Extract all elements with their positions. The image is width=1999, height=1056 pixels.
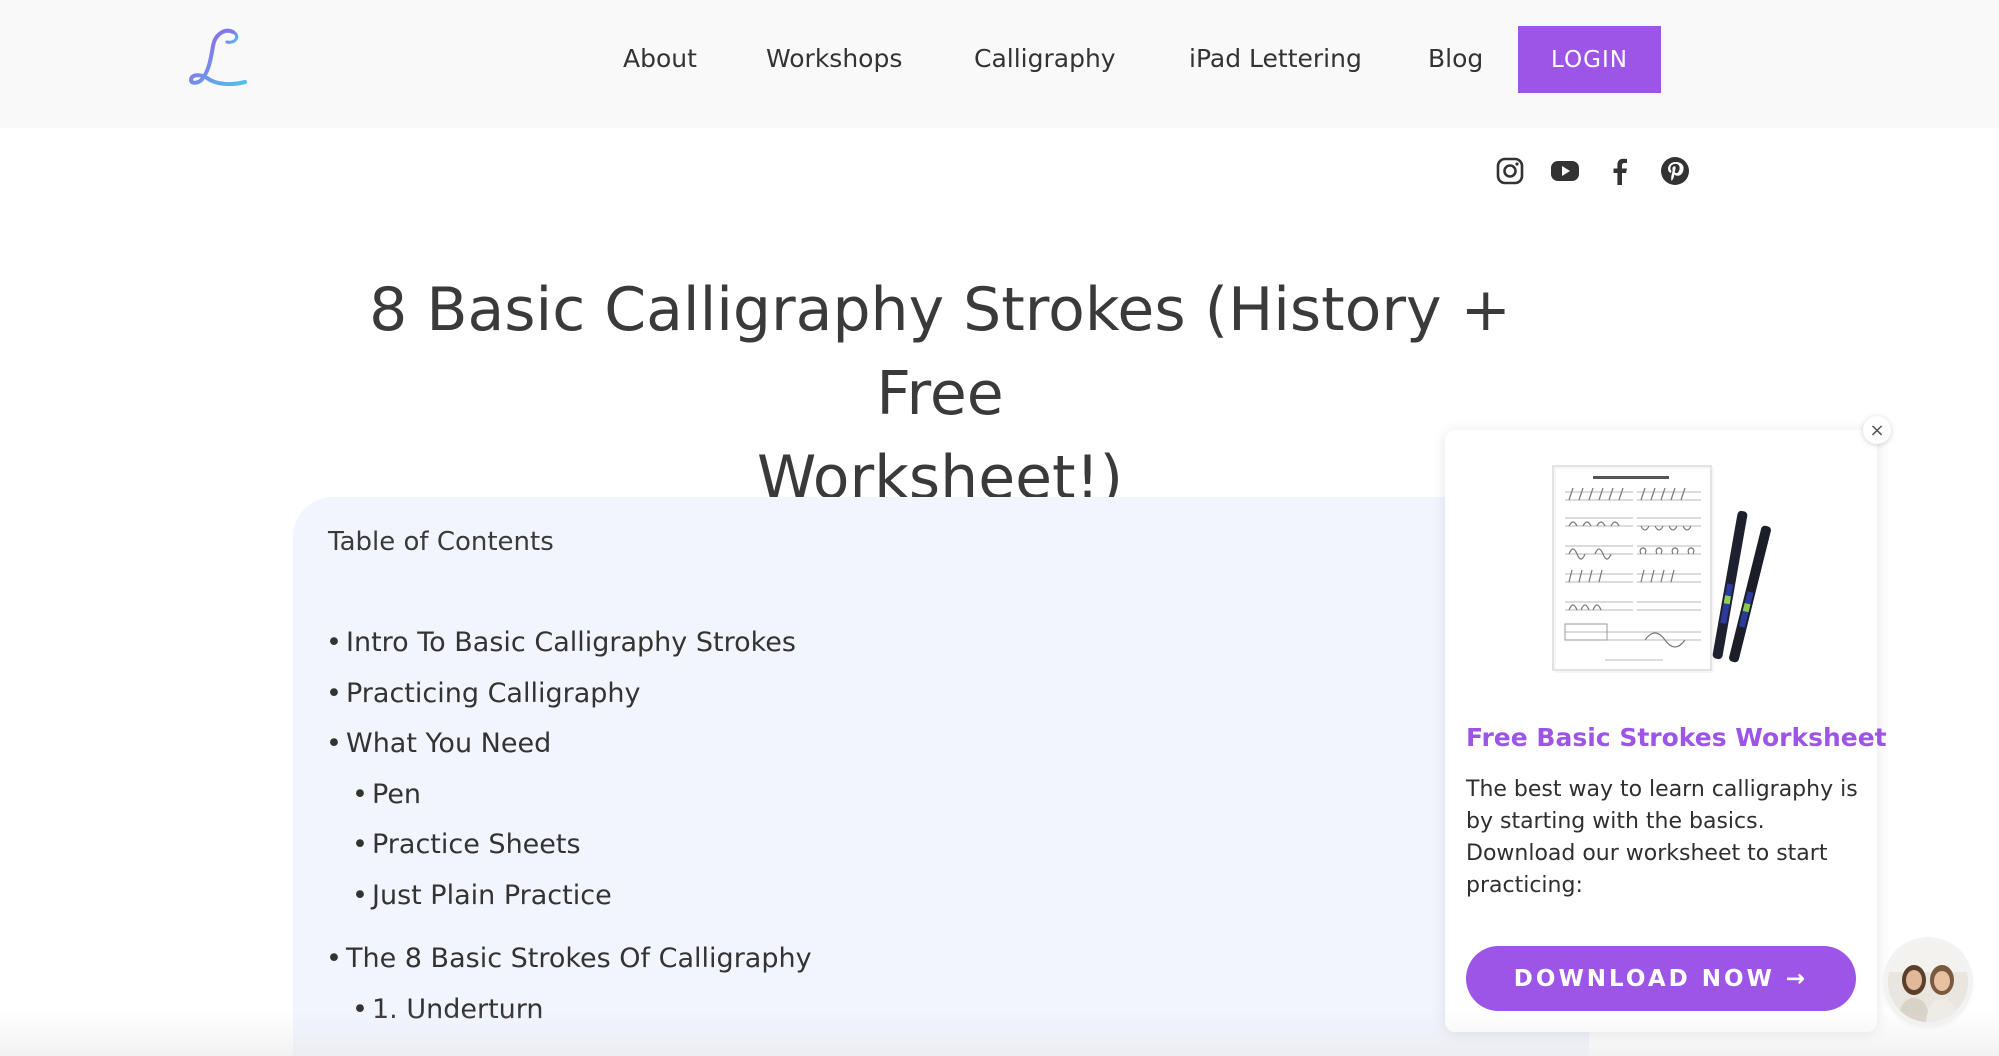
pinterest-icon[interactable]	[1660, 156, 1690, 186]
facebook-icon[interactable]	[1605, 156, 1635, 186]
table-of-contents: Table of Contents • Intro To Basic Callig…	[293, 497, 1589, 1056]
popup-heading: Free Basic Strokes Worksheet	[1466, 723, 1887, 752]
toc-item[interactable]: • Intro To Basic Calligraphy Strokes	[326, 627, 796, 658]
page-title-line-1: 8 Basic Calligraphy Strokes (History + F…	[369, 275, 1511, 429]
youtube-icon[interactable]	[1550, 156, 1580, 186]
download-now-button[interactable]: DOWNLOAD NOW →	[1466, 946, 1856, 1011]
toc-item[interactable]: • The 8 Basic Strokes Of Calligraphy	[326, 943, 812, 974]
worksheet-popup: Free Basic Strokes Worksheet The best wa…	[1445, 430, 1887, 1032]
main-nav: About Workshops Calligraphy iPad Letteri…	[0, 0, 1999, 120]
page-title: 8 Basic Calligraphy Strokes (History + F…	[300, 268, 1580, 520]
close-icon: ×	[1869, 419, 1885, 441]
nav-item-ipad-lettering[interactable]: iPad Lettering	[1189, 44, 1362, 73]
toc-item[interactable]: • Just Plain Practice	[352, 880, 612, 911]
toc-title: Table of Contents	[328, 527, 554, 557]
worksheet-preview-image	[1552, 465, 1771, 673]
toc-item[interactable]: • What You Need	[326, 728, 551, 759]
popup-text: The best way to learn calligraphy is by …	[1466, 777, 1858, 898]
site-header: About Workshops Calligraphy iPad Letteri…	[0, 0, 1999, 128]
toc-item[interactable]: • Pen	[352, 779, 421, 810]
nav-item-workshops[interactable]: Workshops	[766, 44, 902, 73]
popup-close-button[interactable]: ×	[1863, 416, 1891, 444]
login-button[interactable]: LOGIN	[1518, 26, 1661, 93]
chat-avatar[interactable]	[1888, 942, 1968, 1022]
instagram-icon[interactable]	[1495, 156, 1525, 186]
nav-item-about[interactable]: About	[623, 44, 697, 73]
avatar-photo-icon	[1888, 942, 1968, 1022]
toc-item[interactable]: • Practicing Calligraphy	[326, 678, 640, 709]
nav-item-calligraphy[interactable]: Calligraphy	[974, 44, 1116, 73]
toc-item[interactable]: • Practice Sheets	[352, 829, 581, 860]
nav-item-blog[interactable]: Blog	[1428, 44, 1483, 73]
toc-item[interactable]: • 1. Underturn	[352, 994, 544, 1025]
